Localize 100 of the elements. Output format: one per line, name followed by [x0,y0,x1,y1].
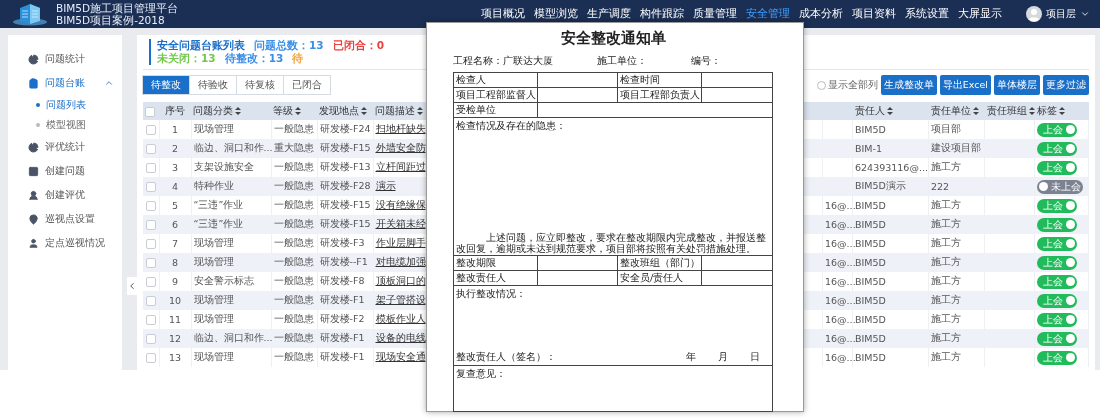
column-header[interactable]: 发现地点 [317,102,373,120]
nav-item[interactable]: 项目资料 [852,7,896,21]
sidebar-subitem[interactable]: 模型视图 [8,115,122,135]
description-link[interactable]: 架子管搭设 [375,294,426,305]
table-cell: 研发楼-F15 [319,218,371,229]
checkbox[interactable] [145,277,156,288]
nav-item[interactable]: 构件跟踪 [640,7,684,21]
sidebar-subitem[interactable]: 问题列表 [8,95,122,115]
checkbox[interactable] [145,125,156,136]
nav-item[interactable]: 安全管理 [746,7,790,21]
nav-item[interactable]: 成本分析 [799,7,843,21]
nav-item[interactable]: 生产调度 [587,7,631,21]
table-cell: 7 [171,238,178,249]
form-label: 复查意见： [456,367,507,381]
table-cell: 一般隐患 [273,123,314,134]
caret-icon[interactable] [1080,9,1090,19]
form-label: 受检单位 [453,102,538,118]
pie-chart-icon [28,141,39,153]
description-link[interactable]: 扫地杆缺失 [375,123,426,134]
checkbox[interactable] [145,106,155,117]
column-header[interactable]: 责任班组 [984,102,1035,120]
checkbox[interactable] [145,296,156,307]
table-cell: 建设项目部 [931,142,981,153]
user-name[interactable]: 项目层 [1046,7,1076,21]
action-button[interactable]: 生成整改单 [880,75,937,95]
table-cell: 一般隐患 [273,256,314,267]
tag-toggle[interactable]: 未上会 [1037,179,1083,194]
status-tab[interactable]: 待复核 [236,75,284,95]
action-button[interactable]: 单体楼层 [994,75,1040,95]
column-header[interactable]: 标签 [1034,102,1089,120]
sort-icon[interactable] [417,107,423,115]
date-label: 月 [718,350,728,364]
table-cell: 研发楼-F8 [319,275,365,286]
action-button[interactable]: 导出Excel [939,75,991,95]
pie-chart-icon [28,53,39,65]
table-cell: 施工方 [931,199,961,210]
nav-item[interactable]: 大屏显示 [958,7,1002,21]
column-header[interactable]: 责任人 [852,102,929,120]
radio[interactable] [816,80,826,90]
checkbox[interactable] [145,239,156,250]
description-link[interactable]: 现场安全通 [375,351,426,362]
description-link[interactable]: 作业层脚手 [375,237,426,248]
sort-icon[interactable] [361,107,367,115]
form-label: 执行整改情况： [456,287,527,301]
table-cell: 研发楼-F1 [319,332,365,343]
nav-item[interactable]: 质量管理 [693,7,737,21]
checkbox[interactable] [145,144,156,155]
description-link[interactable]: 顶板洞口的 [375,275,426,286]
table-cell: 16@... [825,352,856,363]
description-link[interactable]: 开关箱未经 [375,218,426,229]
description-link[interactable]: 立杆间距过 [375,161,426,172]
avatar-icon[interactable] [1026,6,1042,22]
sort-icon[interactable] [235,107,241,115]
column-header[interactable]: 问题分类 [191,102,271,120]
stat-count: 待整改：13 [224,52,284,65]
table-cell: BIM5D [855,333,886,344]
description-link[interactable]: 模板作业人 [375,313,426,324]
description-link[interactable]: 对电缆加强 [375,256,426,267]
chevron-left-icon [127,281,137,291]
description-link[interactable]: 演示 [375,180,396,191]
checkbox[interactable] [145,220,156,231]
status-tab[interactable]: 待验收 [189,75,237,95]
table-cell: 一般隐患 [273,313,314,324]
table-cell: 8 [171,257,178,268]
show-all-columns-option[interactable]: 显示全部列 [816,78,878,92]
column-header[interactable]: 序号 [159,102,191,120]
notice-paragraph: 上述问题，应立即整改，要求在整改期限内完成整改，并报送整改回复，逾期或未达到规范要求，项目部将按照有关处罚措施处理。 [456,232,767,254]
table-cell: 施工方 [931,351,961,362]
sort-icon[interactable] [295,107,301,115]
column-header[interactable]: 责任单位 [928,102,985,120]
action-button[interactable]: 更多过滤 [1043,75,1089,95]
nav-item[interactable]: 模型浏览 [534,7,578,21]
checkbox[interactable] [145,163,156,174]
checkbox[interactable] [145,182,156,193]
column-header[interactable]: 等级 [271,102,317,120]
nav-item[interactable]: 项目概况 [481,7,525,21]
checkbox[interactable] [145,201,156,212]
checkbox[interactable] [145,258,156,269]
table-cell: 222 [931,181,950,192]
status-tab[interactable]: 待整改 [142,75,190,95]
table-cell: 16@... [825,276,856,287]
description-link[interactable]: 设备的电线 [375,332,426,343]
description-link[interactable]: 没有绝缘保 [375,199,426,210]
status-tab[interactable]: 已闭合 [283,75,331,95]
checkbox[interactable] [145,353,156,364]
sort-icon[interactable] [886,107,893,115]
checkbox[interactable] [145,334,156,345]
description-link[interactable]: 外墙安全防 [375,142,426,153]
checkbox[interactable] [145,315,156,326]
collapse-button[interactable] [127,277,137,295]
table-cell: 9 [171,276,178,287]
pin-icon [28,213,39,225]
stat-count: 待 [292,52,304,65]
form-label: 安全员/责任人 [617,270,702,286]
sort-icon[interactable] [972,107,979,115]
table-cell: 研发楼-F24 [319,123,371,134]
table-cell: 支架设施安全 [193,161,254,172]
nav-item[interactable]: 系统设置 [905,7,949,21]
signature-label: 整改责任人（签名）： [456,350,556,364]
sort-icon[interactable] [1058,107,1065,115]
